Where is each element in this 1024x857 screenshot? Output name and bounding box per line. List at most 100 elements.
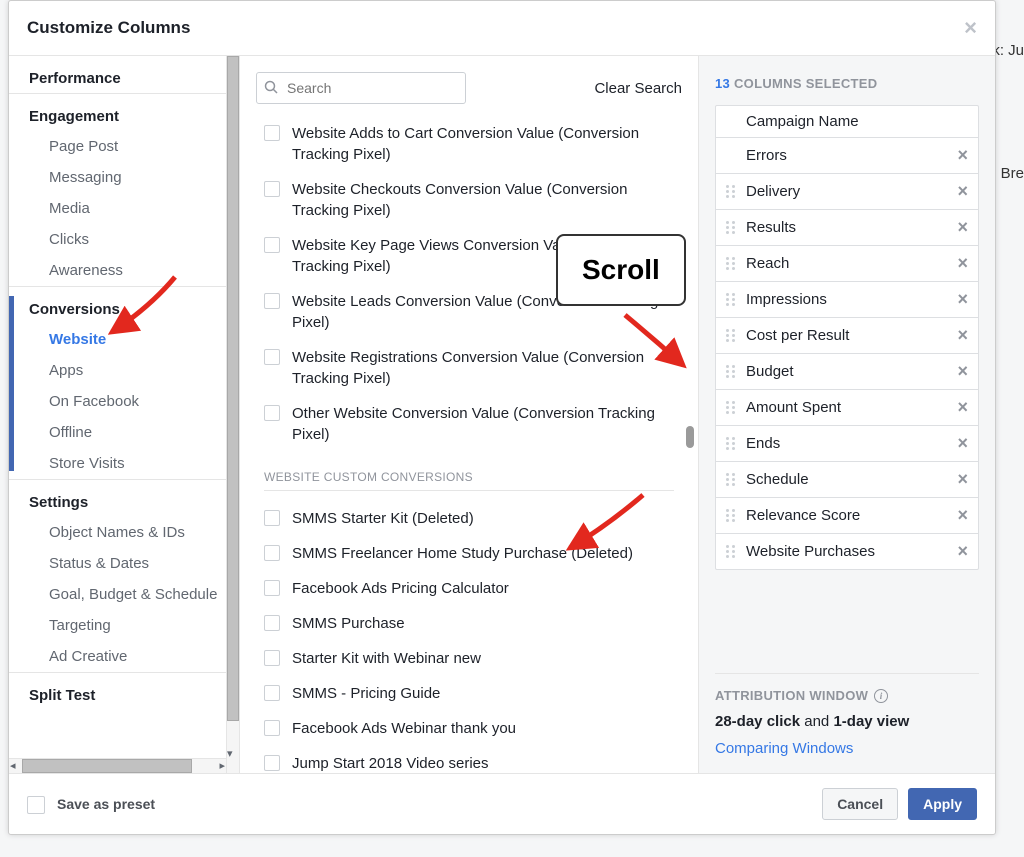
sidebar-item[interactable]: Status & Dates — [9, 548, 239, 579]
remove-column-icon[interactable]: × — [957, 145, 968, 166]
sidebar-group-title[interactable]: Performance — [9, 56, 239, 93]
search-input[interactable] — [256, 72, 466, 104]
selected-column-row[interactable]: Impressions× — [716, 282, 978, 318]
sidebar-scroll-thumb-horizontal[interactable] — [22, 759, 192, 773]
apply-button[interactable]: Apply — [908, 788, 977, 820]
checkbox-icon[interactable] — [264, 720, 280, 736]
drag-handle-icon[interactable] — [726, 185, 738, 198]
sidebar-scroll-thumb-vertical[interactable] — [227, 56, 239, 721]
option-row[interactable]: Facebook Ads Pricing Calculator — [264, 571, 674, 606]
drag-handle-icon[interactable] — [726, 329, 738, 342]
selected-column-row[interactable]: Results× — [716, 210, 978, 246]
checkbox-icon[interactable] — [264, 615, 280, 631]
drag-handle-icon[interactable] — [726, 401, 738, 414]
option-row[interactable]: Facebook Ads Webinar thank you — [264, 711, 674, 746]
remove-column-icon[interactable]: × — [957, 505, 968, 526]
checkbox-icon[interactable] — [264, 510, 280, 526]
sidebar-scrollbar-vertical[interactable] — [226, 56, 239, 773]
option-row[interactable]: SMMS - Pricing Guide — [264, 676, 674, 711]
background-text: k: Ju — [992, 42, 1024, 59]
options-panel: Clear Search Website Adds to Cart Conver… — [239, 56, 699, 773]
remove-column-icon[interactable]: × — [957, 469, 968, 490]
checkbox-icon[interactable] — [264, 405, 280, 421]
checkbox-icon[interactable] — [264, 125, 280, 141]
drag-handle-icon[interactable] — [726, 509, 738, 522]
modal-body: PerformanceEngagementPage PostMessagingM… — [9, 56, 995, 773]
options-scroll-thumb[interactable] — [686, 426, 694, 448]
scroll-down-icon[interactable]: ▾ — [227, 747, 238, 758]
sidebar-item[interactable]: On Facebook — [9, 386, 239, 417]
checkbox-icon[interactable] — [264, 293, 280, 309]
sidebar-item[interactable]: Store Visits — [9, 448, 239, 479]
option-row[interactable]: Website Adds to Cart Conversion Value (C… — [264, 116, 674, 172]
option-row[interactable]: Other Website Conversion Value (Conversi… — [264, 396, 674, 452]
sidebar-scrollbar-horizontal[interactable] — [9, 758, 226, 773]
sidebar-group-title[interactable]: Settings — [9, 479, 239, 517]
selected-column-row[interactable]: Website Purchases× — [716, 534, 978, 569]
remove-column-icon[interactable]: × — [957, 397, 968, 418]
remove-column-icon[interactable]: × — [957, 181, 968, 202]
selected-column-row[interactable]: Schedule× — [716, 462, 978, 498]
remove-column-icon[interactable]: × — [957, 361, 968, 382]
info-icon[interactable]: i — [874, 689, 888, 703]
checkbox-icon[interactable] — [264, 685, 280, 701]
sidebar-group-title[interactable]: Split Test — [9, 672, 239, 710]
scroll-right-icon[interactable]: ▸ — [219, 759, 225, 772]
selected-column-row[interactable]: Amount Spent× — [716, 390, 978, 426]
drag-handle-icon[interactable] — [726, 545, 738, 558]
sidebar-item[interactable]: Ad Creative — [9, 641, 239, 672]
selected-column-row[interactable]: Campaign Name — [716, 106, 978, 138]
checkbox-icon[interactable] — [264, 349, 280, 365]
selected-column-row[interactable]: Reach× — [716, 246, 978, 282]
sidebar-item[interactable]: Media — [9, 193, 239, 224]
drag-handle-icon[interactable] — [726, 221, 738, 234]
selected-column-row[interactable]: Budget× — [716, 354, 978, 390]
checkbox-icon[interactable] — [264, 545, 280, 561]
checkbox-icon[interactable] — [27, 796, 45, 814]
remove-column-icon[interactable]: × — [957, 541, 968, 562]
option-row[interactable]: Website Registrations Conversion Value (… — [264, 340, 674, 396]
selected-column-row[interactable]: Errors× — [716, 138, 978, 174]
selected-column-row[interactable]: Cost per Result× — [716, 318, 978, 354]
clear-search-button[interactable]: Clear Search — [594, 80, 682, 97]
checkbox-icon[interactable] — [264, 580, 280, 596]
drag-handle-icon[interactable] — [726, 257, 738, 270]
remove-column-icon[interactable]: × — [957, 325, 968, 346]
sidebar-item[interactable]: Offline — [9, 417, 239, 448]
option-row[interactable]: Jump Start 2018 Video series — [264, 746, 674, 773]
sidebar-item[interactable]: Targeting — [9, 610, 239, 641]
selected-column-row[interactable]: Ends× — [716, 426, 978, 462]
option-row[interactable]: Starter Kit with Webinar new — [264, 641, 674, 676]
checkbox-icon[interactable] — [264, 181, 280, 197]
remove-column-icon[interactable]: × — [957, 217, 968, 238]
sidebar-item[interactable]: Page Post — [9, 131, 239, 162]
selected-column-label: Impressions — [746, 291, 957, 308]
save-as-preset-checkbox[interactable]: Save as preset — [27, 794, 155, 814]
sidebar-item[interactable]: Goal, Budget & Schedule — [9, 579, 239, 610]
remove-column-icon[interactable]: × — [957, 289, 968, 310]
sidebar-item[interactable]: Messaging — [9, 162, 239, 193]
drag-handle-icon[interactable] — [726, 293, 738, 306]
checkbox-icon[interactable] — [264, 650, 280, 666]
comparing-windows-link[interactable]: Comparing Windows — [715, 740, 979, 757]
search-icon — [264, 80, 278, 94]
checkbox-icon[interactable] — [264, 755, 280, 771]
drag-handle-icon[interactable] — [726, 473, 738, 486]
checkbox-icon[interactable] — [264, 237, 280, 253]
drag-handle-icon[interactable] — [726, 365, 738, 378]
remove-column-icon[interactable]: × — [957, 433, 968, 454]
selected-column-row[interactable]: Relevance Score× — [716, 498, 978, 534]
search-box — [256, 72, 466, 104]
sidebar-item[interactable]: Object Names & IDs — [9, 517, 239, 548]
option-row[interactable]: SMMS Purchase — [264, 606, 674, 641]
option-row[interactable]: Website Checkouts Conversion Value (Conv… — [264, 172, 674, 228]
selected-column-row[interactable]: Delivery× — [716, 174, 978, 210]
cancel-button[interactable]: Cancel — [822, 788, 898, 820]
close-icon[interactable]: × — [964, 15, 977, 41]
sidebar-item[interactable]: Clicks — [9, 224, 239, 255]
remove-column-icon[interactable]: × — [957, 253, 968, 274]
drag-handle-icon[interactable] — [726, 437, 738, 450]
sidebar-group-title[interactable]: Engagement — [9, 93, 239, 131]
sidebar-item[interactable]: Apps — [9, 355, 239, 386]
scroll-left-icon[interactable]: ◂ — [10, 759, 16, 772]
